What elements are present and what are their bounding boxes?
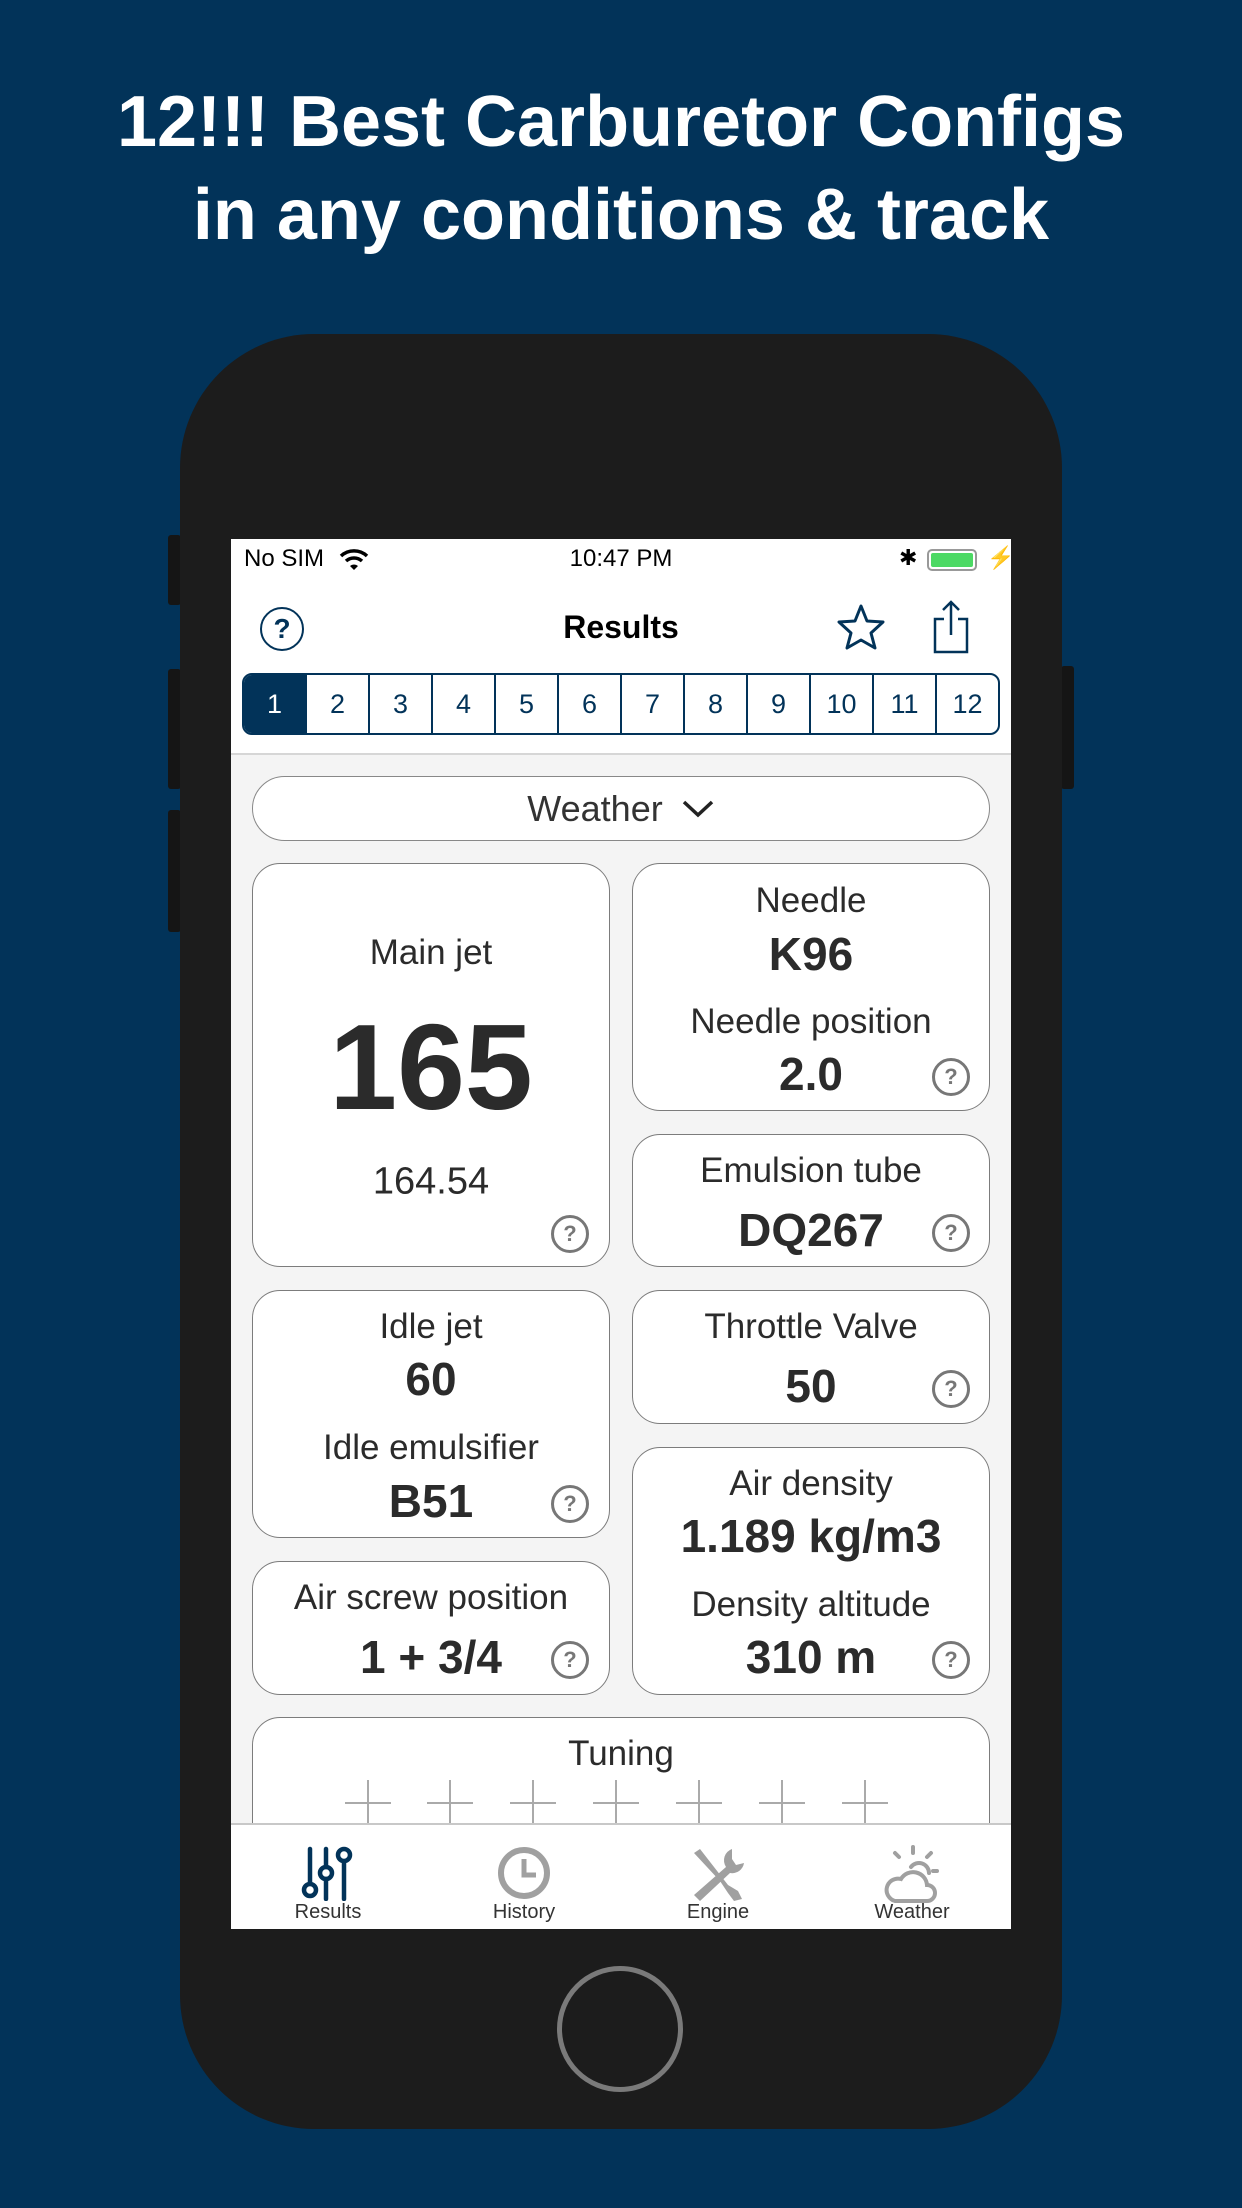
dropdown-label: Weather — [527, 787, 663, 829]
charging-icon: ⚡ — [987, 545, 1011, 570]
sun-cloud-icon — [884, 1845, 939, 1903]
page-title: Results — [563, 609, 679, 645]
tab-label: Weather — [874, 1901, 950, 1923]
segment-12[interactable]: 12 — [935, 675, 998, 733]
header: No SIM 10:47 PM ✱ ⚡ ? Results 1234567891… — [231, 539, 1011, 755]
app-screen: No SIM 10:47 PM ✱ ⚡ ? Results 1234567891… — [231, 539, 1011, 1929]
main-jet-value: 165 — [329, 999, 533, 1135]
status-time: 10:47 PM — [569, 545, 673, 572]
throttle-valve-card: Throttle Valve 50 ? — [632, 1290, 990, 1424]
wrench-screwdriver-icon — [694, 1849, 744, 1901]
needle-position-label: Needle position — [690, 1002, 932, 1041]
segment-2[interactable]: 2 — [305, 675, 368, 733]
emulsion-tube-label: Emulsion tube — [700, 1151, 922, 1190]
config-selector: 1 2 3 4 5 6 7 8 9 10 11 12 — [242, 673, 1000, 735]
tuning-label: Tuning — [568, 1734, 674, 1773]
segment-1[interactable]: 1 — [244, 675, 305, 733]
idle-jet-label: Idle jet — [379, 1307, 483, 1346]
emulsion-tube-card: Emulsion tube DQ267 ? — [632, 1134, 990, 1267]
help-icon[interactable]: ? — [932, 1058, 970, 1096]
idle-emulsifier-label: Idle emulsifier — [323, 1428, 539, 1467]
star-icon[interactable] — [836, 603, 886, 651]
density-altitude-label: Density altitude — [691, 1585, 931, 1624]
air-density-value: 1.189 kg/m3 — [680, 1510, 942, 1562]
segment-7[interactable]: 7 — [620, 675, 683, 733]
tab-label: Engine — [686, 1901, 750, 1923]
power-button — [1061, 666, 1074, 789]
idle-jet-value: 60 — [405, 1353, 457, 1405]
home-button[interactable] — [557, 1966, 683, 2092]
air-screw-label: Air screw position — [293, 1578, 569, 1617]
needle-label: Needle — [755, 881, 867, 920]
main-jet-exact: 164.54 — [372, 1160, 490, 1203]
air-density-card: Air density 1.189 kg/m3 Density altitude… — [632, 1447, 990, 1695]
segment-10[interactable]: 10 — [809, 675, 872, 733]
throttle-valve-label: Throttle Valve — [704, 1307, 918, 1346]
help-icon[interactable]: ? — [551, 1641, 589, 1679]
idle-jet-card: Idle jet 60 Idle emulsifier B51 ? — [252, 1290, 610, 1538]
battery-icon — [927, 549, 977, 571]
segment-3[interactable]: 3 — [368, 675, 431, 733]
tab-history[interactable]: History — [444, 1825, 604, 1929]
help-icon[interactable]: ? — [551, 1215, 589, 1253]
share-icon[interactable] — [931, 599, 971, 655]
tab-weather[interactable]: Weather — [832, 1825, 992, 1929]
air-screw-card: Air screw position 1 + 3/4 ? — [252, 1561, 610, 1695]
main-jet-label: Main jet — [369, 933, 493, 972]
help-icon[interactable]: ? — [932, 1641, 970, 1679]
tab-label: Results — [294, 1901, 362, 1923]
help-icon[interactable]: ? — [932, 1370, 970, 1408]
air-density-label: Air density — [729, 1464, 893, 1503]
segment-4[interactable]: 4 — [431, 675, 494, 733]
headline-line-2: in any conditions & track — [192, 175, 1050, 255]
needle-card: Needle K96 Needle position 2.0 ? — [632, 863, 990, 1111]
bluetooth-icon: ✱ — [899, 545, 918, 570]
help-icon[interactable]: ? — [932, 1214, 970, 1252]
headline-line-1: 12!!! Best Carburetor Configs — [116, 82, 1126, 162]
needle-value: K96 — [768, 928, 854, 980]
sliders-icon — [301, 1846, 353, 1901]
tab-label: History — [492, 1901, 556, 1923]
weather-dropdown[interactable]: Weather — [252, 776, 990, 841]
main-jet-card: Main jet 165 164.54 ? — [252, 863, 610, 1267]
segment-8[interactable]: 8 — [683, 675, 746, 733]
segment-11[interactable]: 11 — [872, 675, 935, 733]
tab-bar: Results History Engine Weather — [231, 1823, 1011, 1929]
segment-9[interactable]: 9 — [746, 675, 809, 733]
chevron-down-icon — [682, 800, 713, 817]
help-icon[interactable]: ? — [551, 1485, 589, 1523]
tab-engine[interactable]: Engine — [638, 1825, 798, 1929]
clock-icon — [498, 1847, 550, 1899]
segment-5[interactable]: 5 — [494, 675, 557, 733]
segment-6[interactable]: 6 — [557, 675, 620, 733]
tab-results[interactable]: Results — [248, 1825, 408, 1929]
